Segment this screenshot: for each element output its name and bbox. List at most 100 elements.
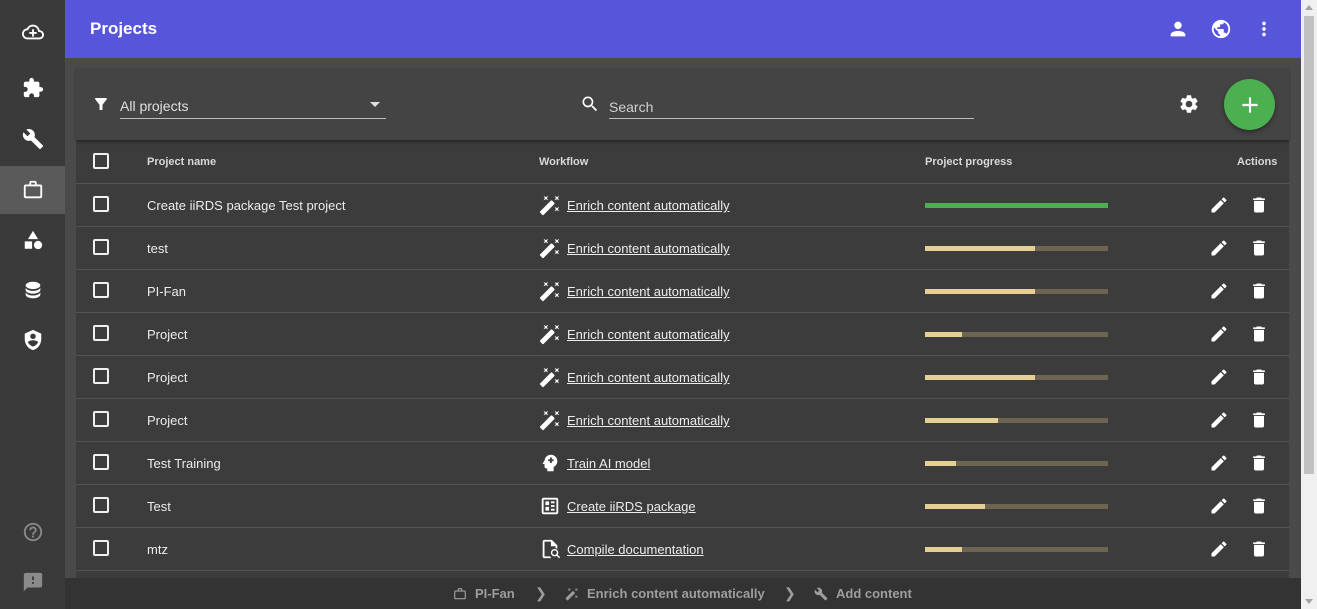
table-row[interactable]: mtz Compile documentation	[76, 528, 1289, 571]
row-checkbox[interactable]	[93, 454, 109, 470]
edit-button[interactable]	[1209, 453, 1229, 473]
row-checkbox[interactable]	[93, 239, 109, 255]
progress-fill	[925, 289, 1035, 294]
edit-button[interactable]	[1209, 539, 1229, 559]
magic-wand-icon	[565, 587, 578, 600]
scroll-thumb[interactable]	[1304, 16, 1314, 474]
project-filter-select[interactable]: All projects	[120, 90, 386, 119]
delete-button[interactable]	[1249, 367, 1269, 387]
row-checkbox[interactable]	[93, 540, 109, 556]
project-name: PI-Fan	[147, 284, 187, 299]
projects-toolbar: All projects	[76, 68, 1289, 140]
settings-button[interactable]	[1178, 93, 1200, 115]
workflow-link[interactable]: Enrich content automatically	[567, 241, 730, 256]
trash-icon	[1253, 369, 1265, 385]
table-row[interactable]: Project Enrich content automatically	[76, 356, 1289, 399]
workflow-link[interactable]: Enrich content automatically	[567, 413, 730, 428]
edit-button[interactable]	[1209, 410, 1229, 430]
table-row[interactable]: Project Enrich content automatically	[76, 399, 1289, 442]
workflow-link[interactable]: Enrich content automatically	[567, 327, 730, 342]
edit-button[interactable]	[1209, 195, 1229, 215]
search-input[interactable]	[609, 90, 974, 118]
table-row[interactable]: Test Create iiRDS package	[76, 485, 1289, 528]
sidebar-item-home[interactable]	[0, 8, 65, 56]
sidebar-item-tools[interactable]	[0, 115, 65, 163]
sidebar-item-models[interactable]	[0, 216, 65, 264]
row-checkbox[interactable]	[93, 368, 109, 384]
delete-button[interactable]	[1249, 324, 1269, 344]
pencil-icon	[1211, 283, 1227, 299]
row-checkbox[interactable]	[93, 325, 109, 341]
magic-wand-icon	[539, 280, 561, 302]
scroll-down-icon[interactable]	[1305, 599, 1313, 604]
column-header-workflow: Workflow	[539, 156, 589, 168]
breadcrumb-item-step[interactable]: Add content	[814, 586, 912, 601]
project-progress-bar	[925, 375, 1108, 380]
project-progress-bar	[925, 289, 1108, 294]
delete-button[interactable]	[1249, 410, 1269, 430]
projects-panel: All projects Project name Workflow Proje…	[76, 68, 1289, 578]
puzzle-icon	[23, 77, 43, 98]
trash-icon	[1253, 197, 1265, 213]
breadcrumb-item-project[interactable]: PI-Fan	[453, 586, 515, 601]
progress-fill	[925, 332, 962, 337]
project-name: mtz	[147, 542, 168, 557]
row-checkbox[interactable]	[93, 196, 109, 212]
sidebar-item-plugins[interactable]	[0, 64, 65, 112]
sidebar-item-data[interactable]	[0, 266, 65, 314]
select-all-checkbox[interactable]	[93, 153, 109, 169]
delete-button[interactable]	[1249, 496, 1269, 516]
workflow-link[interactable]: Train AI model	[567, 456, 650, 471]
workflow-link[interactable]: Enrich content automatically	[567, 284, 730, 299]
workflow-link[interactable]: Enrich content automatically	[567, 198, 730, 213]
edit-button[interactable]	[1209, 281, 1229, 301]
breadcrumb-label: Enrich content automatically	[587, 586, 765, 601]
table-header: Project name Workflow Project progress A…	[76, 140, 1289, 184]
progress-fill	[925, 461, 957, 466]
search-icon	[580, 94, 600, 114]
language-button[interactable]	[1209, 17, 1233, 41]
chevron-down-icon	[370, 102, 380, 107]
delete-button[interactable]	[1249, 281, 1269, 301]
help-icon	[23, 522, 42, 542]
delete-button[interactable]	[1249, 453, 1269, 473]
delete-button[interactable]	[1249, 539, 1269, 559]
table-row[interactable]: Create iiRDS package Test project Enrich …	[76, 184, 1289, 227]
edit-button[interactable]	[1209, 238, 1229, 258]
workflow-link[interactable]: Create iiRDS package	[567, 499, 696, 514]
search-field	[609, 90, 974, 119]
workflow-link[interactable]: Compile documentation	[567, 542, 704, 557]
page-scrollbar[interactable]	[1301, 0, 1317, 609]
sidebar-item-help[interactable]	[0, 508, 65, 556]
table-row[interactable]: test Enrich content automatically	[76, 227, 1289, 270]
sidebar-item-projects[interactable]	[0, 166, 65, 214]
scroll-up-icon[interactable]	[1305, 5, 1313, 10]
table-row[interactable]: Test Training Train AI model	[76, 442, 1289, 485]
sidebar-item-feedback[interactable]	[0, 558, 65, 606]
more-menu-button[interactable]	[1252, 17, 1276, 41]
account-button[interactable]	[1166, 17, 1190, 41]
workflow-link[interactable]: Enrich content automatically	[567, 370, 730, 385]
pencil-icon	[1211, 326, 1227, 342]
row-checkbox[interactable]	[93, 411, 109, 427]
magic-wand-icon	[539, 323, 561, 345]
magic-wand-icon	[539, 409, 561, 431]
project-progress-bar	[925, 418, 1108, 423]
table-row[interactable]: PI-Fan Enrich content automatically	[76, 270, 1289, 313]
more-vert-icon	[1262, 21, 1266, 37]
delete-button[interactable]	[1249, 195, 1269, 215]
row-checkbox[interactable]	[93, 497, 109, 513]
table-row[interactable]: Project Enrich content automatically	[76, 313, 1289, 356]
edit-button[interactable]	[1209, 496, 1229, 516]
edit-button[interactable]	[1209, 324, 1229, 344]
progress-fill	[925, 504, 986, 509]
row-checkbox[interactable]	[93, 282, 109, 298]
breadcrumb-item-workflow[interactable]: Enrich content automatically	[565, 586, 765, 601]
progress-fill	[925, 203, 1108, 208]
column-header-progress: Project progress	[925, 156, 1013, 168]
delete-button[interactable]	[1249, 238, 1269, 258]
sidebar-item-admin[interactable]	[0, 316, 65, 364]
add-project-button[interactable]	[1224, 79, 1275, 130]
database-icon	[25, 281, 40, 299]
edit-button[interactable]	[1209, 367, 1229, 387]
